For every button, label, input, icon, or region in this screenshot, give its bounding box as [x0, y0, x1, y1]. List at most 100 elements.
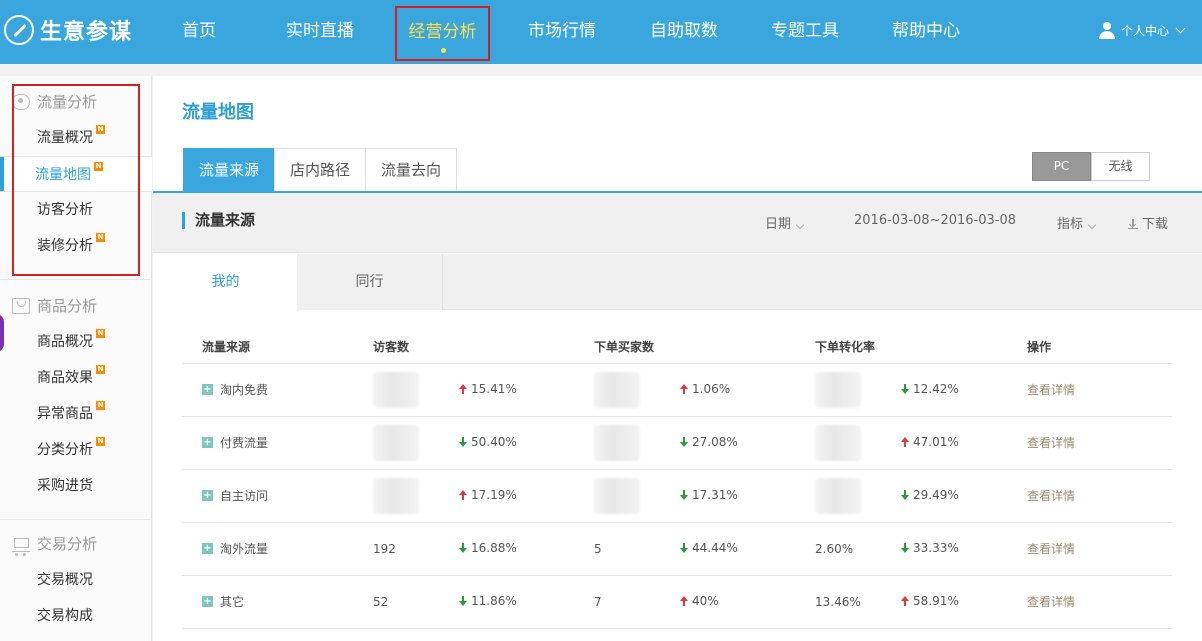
sidebar-item-label: 流量地图 — [35, 167, 91, 183]
subtab-peer[interactable]: 同行 — [297, 254, 443, 310]
arrow-up-icon — [680, 596, 688, 606]
metric-change: 58.91% — [901, 575, 1027, 629]
user-icon — [1098, 22, 1115, 39]
new-badge: N — [96, 233, 105, 242]
metric-value-masked — [815, 416, 901, 470]
view-details-link[interactable]: 查看详情 — [1027, 595, 1075, 609]
action-cell: 查看详情 — [1027, 522, 1172, 576]
sidebar-item-visitor-analysis[interactable]: 访客分析 — [0, 192, 152, 228]
new-badge: N — [96, 437, 105, 446]
table-header-row: 流量来源 访客数 下单买家数 下单转化率 操作 — [182, 331, 1172, 364]
cart-icon — [12, 536, 30, 556]
main-content: 流量地图 流量来源 店内路径 流量去向 PC 无线 流量来源 日期 2016-0… — [153, 76, 1202, 641]
nav-item-self-service[interactable]: 自助取数 — [640, 0, 728, 64]
change-value: 33.33% — [913, 541, 959, 555]
tab-store-path[interactable]: 店内路径 — [274, 148, 367, 192]
new-badge: N — [96, 329, 105, 338]
nav-item-special-tools[interactable]: 专题工具 — [761, 0, 849, 64]
change-value: 58.91% — [913, 594, 959, 608]
arrow-down-icon — [901, 490, 909, 500]
traffic-source-section: 流量来源 日期 2016-03-08~2016-03-08 指标 下载 我的 同… — [153, 193, 1202, 641]
arrow-down-icon — [901, 384, 909, 394]
expand-plus-icon[interactable]: + — [202, 490, 213, 501]
sidebar-item-product-effect[interactable]: 商品效果N — [0, 360, 152, 396]
change-value: 15.41% — [471, 382, 517, 396]
expand-plus-icon[interactable]: + — [202, 384, 213, 395]
arrow-up-icon — [901, 437, 909, 447]
expand-plus-icon[interactable]: + — [202, 596, 213, 607]
action-cell: 查看详情 — [1027, 416, 1172, 470]
nav-item-help[interactable]: 帮助中心 — [882, 0, 970, 64]
change-value: 27.08% — [692, 435, 738, 449]
sidebar-item-purchasing[interactable]: 采购进货 — [0, 468, 152, 504]
sidebar-group-traffic: 流量分析 流量概况N 流量地图N 访客分析 装修分析N — [0, 84, 152, 264]
source-label: 付费流量 — [220, 436, 269, 450]
sidebar-item-label: 访客分析 — [37, 202, 93, 218]
expand-plus-icon[interactable]: + — [202, 437, 213, 448]
nav-item-home[interactable]: 首页 — [170, 0, 228, 64]
change-value: 29.49% — [913, 488, 959, 502]
nav-item-business-analysis[interactable]: 经营分析 — [395, 6, 490, 61]
user-menu[interactable]: 个人中心 — [1098, 22, 1186, 39]
metric-value: 52 — [373, 575, 459, 629]
sidebar-item-traffic-overview[interactable]: 流量概况N — [0, 120, 152, 156]
chevron-down-icon — [1087, 220, 1097, 230]
sidebar-item-product-overview[interactable]: 商品概况N — [0, 324, 152, 360]
metric-selector[interactable]: 指标 — [1057, 213, 1097, 232]
action-cell: 查看详情 — [1027, 363, 1172, 417]
sidebar-item-abnormal-product[interactable]: 异常商品N — [0, 396, 152, 432]
arrow-down-icon — [459, 596, 467, 606]
table-row: + 自主访问 17.19% 17.31% 29.49% 查看详情 — [182, 469, 1172, 523]
download-button[interactable]: 下载 — [1128, 213, 1168, 232]
col-header: 下单转化率 — [815, 331, 1027, 364]
divider — [0, 279, 152, 280]
sidebar-item-label: 交易概况 — [37, 572, 93, 588]
sidebar-item-label: 异常商品 — [37, 406, 93, 422]
change-value: 17.19% — [471, 488, 517, 502]
nav-item-live[interactable]: 实时直播 — [276, 0, 364, 64]
source-label: 淘外流量 — [220, 542, 269, 556]
metric-change: 40% — [680, 575, 815, 629]
date-selector[interactable]: 日期 — [765, 213, 805, 232]
change-value: 11.86% — [471, 594, 517, 608]
table-row: + 付费流量 50.40% 27.08% 47.01% 查看详情 — [182, 416, 1172, 470]
view-details-link[interactable]: 查看详情 — [1027, 383, 1075, 397]
source-cell: + 付费流量 — [182, 416, 373, 470]
chevron-down-icon — [1175, 23, 1186, 34]
view-details-link[interactable]: 查看详情 — [1027, 542, 1075, 556]
subtab-mine[interactable]: 我的 — [153, 254, 299, 311]
sidebar-item-trade-overview[interactable]: 交易概况 — [0, 562, 152, 598]
section-header: 流量来源 日期 2016-03-08~2016-03-08 指标 下载 — [153, 193, 1202, 253]
sidebar-item-traffic-map[interactable]: 流量地图N — [0, 156, 152, 192]
tab-traffic-destination[interactable]: 流量去向 — [365, 148, 458, 192]
view-details-link[interactable]: 查看详情 — [1027, 436, 1075, 450]
tab-bar: 流量来源 店内路径 流量去向 — [183, 148, 458, 192]
group-title-label: 商品分析 — [37, 297, 98, 315]
sidebar-item-label: 商品效果 — [37, 370, 93, 386]
table-row: + 其它 52 11.86% 7 40% 13.46% 58.91% 查看详情 — [182, 575, 1172, 629]
view-details-link[interactable]: 查看详情 — [1027, 489, 1075, 503]
sidebar-item-category-analysis[interactable]: 分类分析N — [0, 432, 152, 468]
arrow-down-icon — [680, 490, 688, 500]
logo[interactable]: 生意参谋 — [4, 12, 132, 48]
sidebar-item-decoration-analysis[interactable]: 装修分析N — [0, 228, 152, 264]
expand-plus-icon[interactable]: + — [202, 543, 213, 554]
masked-value — [815, 371, 861, 408]
sidebar-item-trade-composition[interactable]: 交易构成 — [0, 598, 152, 634]
date-label: 日期 — [765, 217, 792, 232]
nav-item-market[interactable]: 市场行情 — [518, 0, 606, 64]
masked-value — [373, 371, 419, 408]
metric-change: 1.06% — [680, 363, 815, 417]
top-bar: 生意参谋 首页 实时直播 经营分析 市场行情 自助取数 专题工具 帮助中心 个人… — [0, 0, 1202, 64]
metric-change: 12.42% — [901, 363, 1027, 417]
wireless-button[interactable]: 无线 — [1091, 152, 1150, 181]
metric-change: 50.40% — [459, 416, 594, 470]
masked-value — [373, 424, 419, 461]
sidebar-item-label: 装修分析 — [37, 238, 93, 254]
tab-traffic-source[interactable]: 流量来源 — [183, 148, 276, 192]
pc-button[interactable]: PC — [1032, 152, 1091, 181]
source-label: 自主访问 — [220, 489, 269, 503]
user-label: 个人中心 — [1120, 24, 1169, 38]
nav-item-label: 经营分析 — [408, 22, 477, 42]
metric-value: 5 — [594, 522, 680, 576]
